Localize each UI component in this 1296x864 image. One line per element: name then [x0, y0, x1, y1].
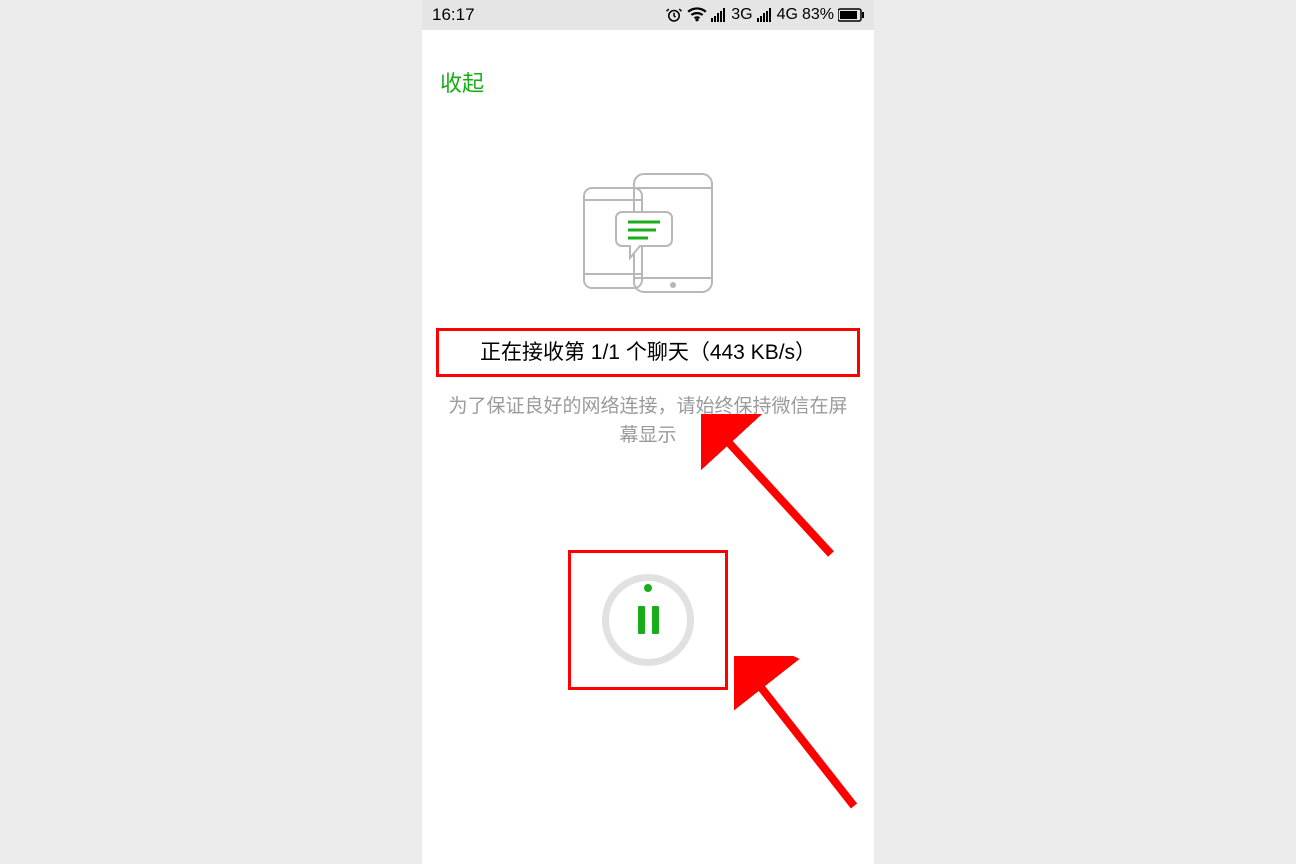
- status-bar: 16:17 3G: [422, 0, 874, 30]
- transfer-illustration: [568, 168, 728, 298]
- wifi-icon: [687, 7, 707, 23]
- transfer-status-text: 正在接收第 1/1 个聊天（443 KB/s）: [436, 328, 860, 377]
- signal-3g-icon: [711, 8, 727, 22]
- status-battery-label: 83%: [802, 6, 834, 24]
- battery-icon: [838, 8, 864, 22]
- status-right-cluster: 3G 4G 83%: [665, 6, 864, 24]
- transfer-hint-text: 为了保证良好的网络连接，请始终保持微信在屏幕显示: [448, 393, 848, 450]
- alarm-icon: [665, 6, 683, 24]
- signal-4g-icon: [757, 8, 773, 22]
- status-time: 16:17: [432, 5, 475, 25]
- pause-button[interactable]: [602, 574, 694, 666]
- pause-annotation-box: [568, 550, 728, 690]
- collapse-link[interactable]: 收起: [422, 30, 874, 98]
- phone-frame: 16:17 3G: [422, 0, 874, 864]
- pause-icon: [638, 606, 659, 634]
- progress-dot-icon: [644, 584, 652, 592]
- status-3g-label: 3G: [731, 6, 752, 24]
- status-4g-label: 4G: [777, 6, 798, 24]
